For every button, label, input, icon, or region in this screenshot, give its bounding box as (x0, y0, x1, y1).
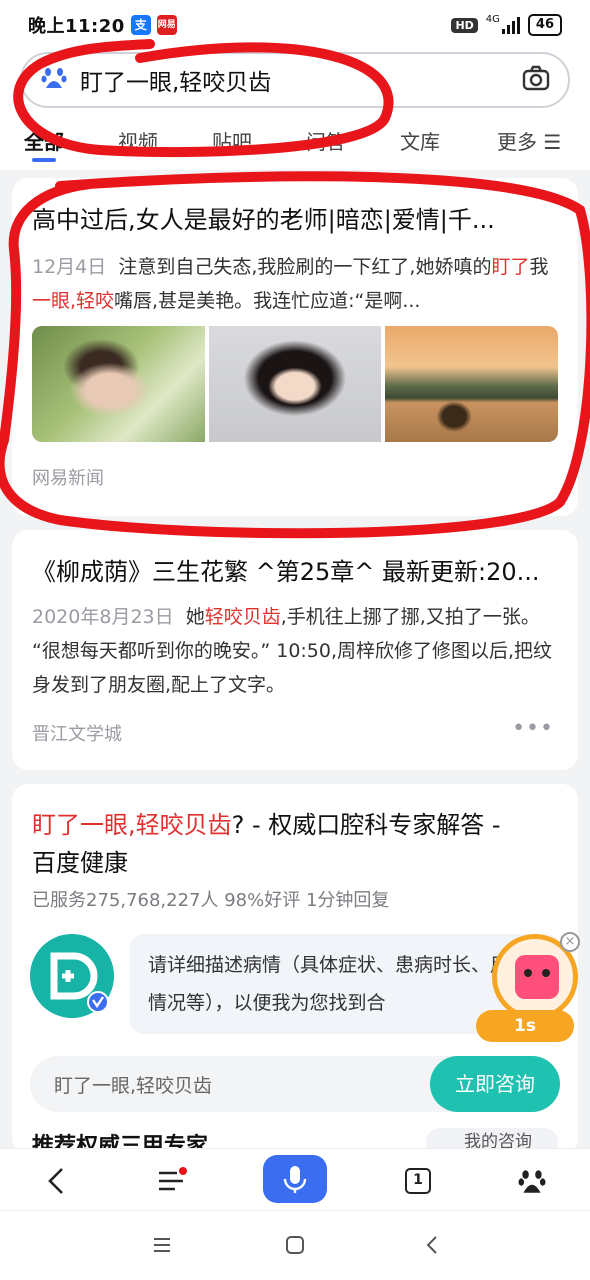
microphone-icon[interactable] (263, 1155, 327, 1203)
bottom-toolbar: 1 (0, 1148, 590, 1210)
snippet-highlight: 轻咬贝齿 (204, 606, 281, 628)
system-back-icon[interactable] (422, 1235, 442, 1259)
result-snippet: 2020年8月23日 她轻咬贝齿,手机往上挪了挪,又拍了一张。 “很想每天都听到… (32, 600, 562, 702)
consult-input-text[interactable]: 盯了一眼,轻咬贝齿 (54, 1071, 212, 1098)
result-date: 2020年8月23日 (32, 606, 174, 628)
tab-tieba[interactable]: 贴吧 (212, 126, 252, 155)
status-time: 晚上11:20 (28, 16, 125, 37)
timer-badge: 1s (476, 1010, 574, 1042)
camera-icon[interactable] (522, 65, 550, 95)
search-input[interactable]: 盯了一眼,轻咬贝齿 (80, 63, 522, 97)
service-stats: 已服务275,768,227人 98%好评 1分钟回复 (32, 890, 390, 911)
title-highlight: 盯了一眼,轻咬贝齿 (32, 811, 232, 839)
tabs-icon[interactable]: 1 (388, 1157, 448, 1205)
home-icon[interactable] (285, 1235, 305, 1259)
tab-count: 1 (405, 1168, 431, 1194)
snippet-text: 我 (529, 256, 549, 278)
result-date: 12月4日 (32, 256, 107, 278)
title-text: ? - 权威口腔科专家解答 - (231, 811, 501, 839)
result-source[interactable]: 网易新闻 (32, 464, 104, 490)
system-navigation-bar (0, 1210, 590, 1280)
active-tab-indicator (32, 158, 56, 162)
result-image-woman-portrait[interactable] (208, 326, 382, 442)
alipay-icon: 支 (130, 15, 151, 35)
recent-apps-icon[interactable] (152, 1235, 172, 1259)
signal-icon (501, 16, 520, 34)
result-source[interactable]: 晋江文学城 (32, 720, 122, 746)
result-card-2[interactable]: 《柳成荫》三生花繁 ^第25章^ 最新更新:20... 2020年8月23日 她… (12, 530, 578, 770)
result-title[interactable]: 《柳成荫》三生花繁 ^第25章^ 最新更新:20... (32, 554, 562, 590)
menu-icon[interactable] (142, 1157, 202, 1205)
consult-button[interactable]: 立即咨询 (430, 1056, 560, 1112)
back-icon[interactable] (26, 1157, 86, 1205)
title-source: 百度健康 (32, 849, 128, 877)
snippet-highlight: 一眼,轻咬 (32, 290, 115, 312)
consult-input[interactable]: 盯了一眼,轻咬贝齿 立即咨询 (30, 1056, 560, 1112)
battery-icon: 46 (527, 14, 562, 36)
result-card-3[interactable]: 盯了一眼,轻咬贝齿? - 权威口腔科专家解答 - 百度健康 已服务275,768… (12, 784, 580, 1156)
experts-heading: 推荐权威三甲专家 (32, 1134, 209, 1150)
result-title[interactable]: 盯了一眼,轻咬贝齿? - 权威口腔科专家解答 - 百度健康 (32, 806, 562, 882)
snippet-text: 她 (185, 606, 205, 628)
result-title[interactable]: 高中过后,女人是最好的老师|暗恋|爱情|千... (32, 202, 552, 238)
tab-wenku[interactable]: 文库 (400, 126, 440, 155)
search-tabs: 全部 视频 贴吧 问答 文库 更多 ☰ (0, 118, 590, 170)
result-image-woman-garden[interactable] (32, 326, 205, 442)
tab-all[interactable]: 全部 (24, 126, 64, 155)
more-options-icon[interactable]: ••• (512, 716, 554, 741)
search-box[interactable]: 盯了一眼,轻咬贝齿 (20, 52, 570, 108)
tab-qa[interactable]: 问答 (306, 126, 346, 155)
hd-icon: HD (451, 17, 478, 33)
result-snippet: 12月4日 注意到自己失态,我脸刷的一下红了,她娇嗔的盯了我一眼,轻咬嘴唇,甚是… (32, 250, 558, 318)
snippet-text: 注意到自己失态,我脸刷的一下红了,她娇嗔的 (118, 256, 492, 278)
tab-video[interactable]: 视频 (118, 126, 158, 155)
baidu-paw-icon[interactable] (502, 1157, 562, 1205)
result-card-1[interactable]: 高中过后,女人是最好的老师|暗恋|爱情|千... 12月4日 注意到自己失态,我… (12, 178, 578, 516)
network-label: 4G (485, 14, 500, 25)
status-bar: 晚上11:20 支 网易 HD 4G 46 (0, 0, 590, 50)
tab-more[interactable]: 更多 ☰ (497, 126, 561, 155)
baidu-paw-icon (40, 64, 68, 96)
close-icon[interactable]: × (560, 932, 580, 952)
snippet-text: 嘴唇,甚是美艳。我连忙应道:“是啊... (114, 290, 421, 312)
health-logo-icon (30, 934, 114, 1018)
app-notification-icon: 网易 (156, 15, 177, 35)
snippet-highlight: 盯了 (491, 256, 530, 278)
result-image-strip[interactable] (32, 326, 558, 442)
result-image-lake-boat[interactable] (385, 326, 558, 442)
